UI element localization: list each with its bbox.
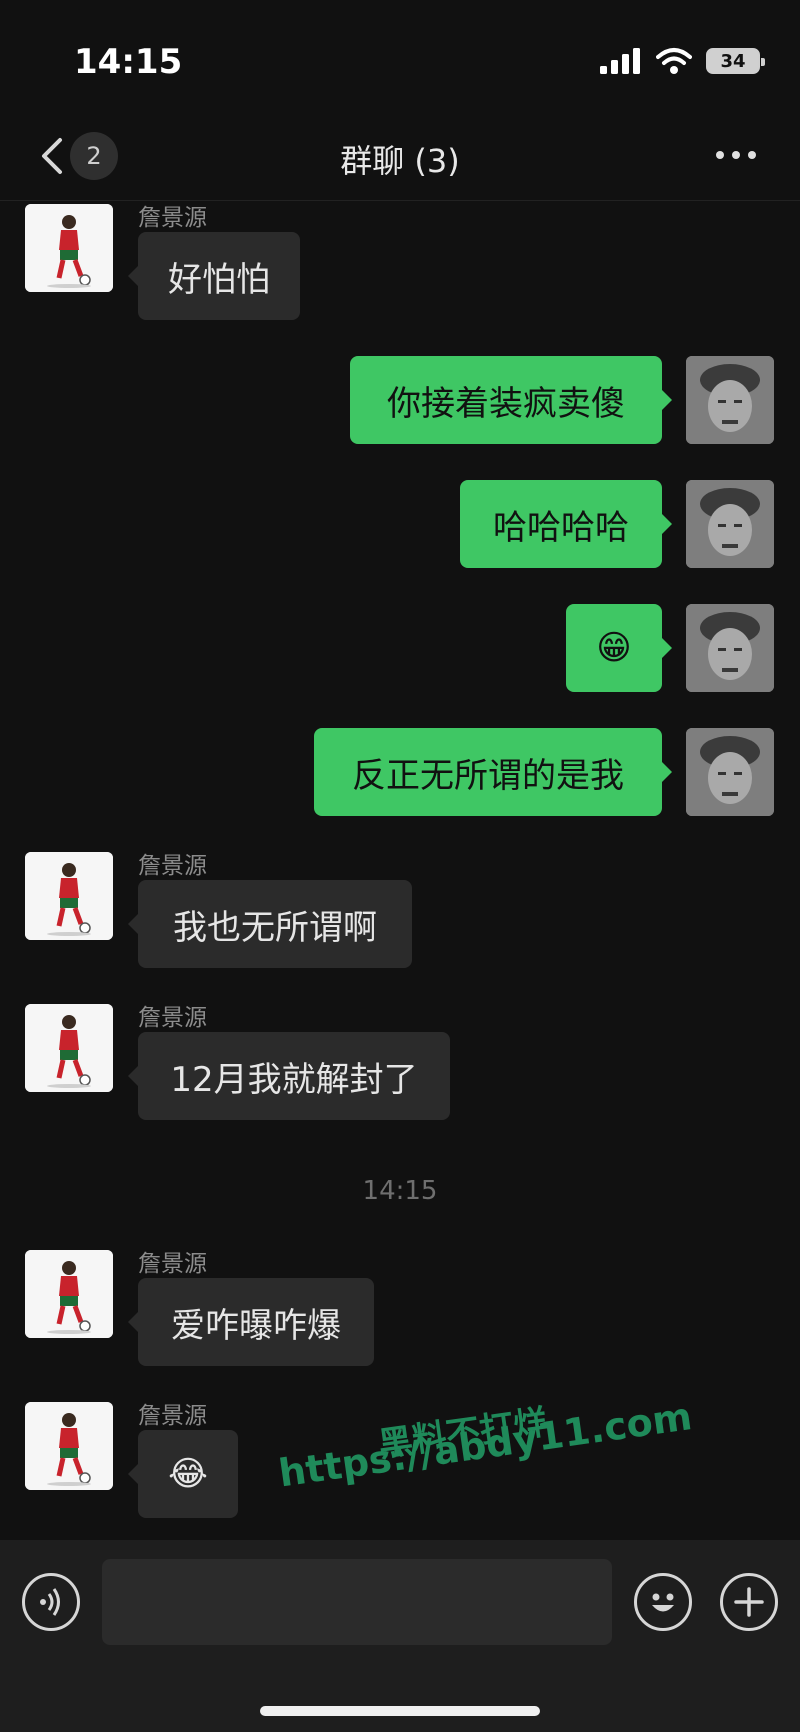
message-bubble[interactable]: 哈哈哈哈 (460, 480, 672, 568)
message-bubble[interactable]: 12月我就解封了 (128, 1032, 450, 1120)
sender-name: 詹景源 (138, 853, 207, 879)
portrait-avatar-icon (686, 728, 774, 816)
footballer-avatar-icon (25, 852, 113, 940)
chat-title: 群聊 (3) (340, 142, 460, 180)
message-input[interactable] (102, 1559, 612, 1645)
my-avatar[interactable] (686, 604, 774, 692)
sender-avatar[interactable] (25, 852, 113, 940)
battery-indicator: 34 (706, 48, 765, 74)
sender-avatar[interactable] (25, 1402, 113, 1490)
my-avatar[interactable] (686, 480, 774, 568)
sender-name: 詹景源 (138, 1403, 207, 1429)
signal-icon (600, 48, 640, 74)
sender-name: 詹景源 (138, 1251, 207, 1277)
message-bubble[interactable]: 好怕怕 (128, 232, 300, 320)
sender-name: 詹景源 (138, 205, 207, 231)
input-bar (0, 1540, 800, 1732)
sender-name: 詹景源 (138, 1005, 207, 1031)
my-avatar[interactable] (686, 728, 774, 816)
status-time: 14:15 (74, 42, 183, 82)
message-bubble[interactable]: 😁 (566, 604, 672, 692)
portrait-avatar-icon (686, 604, 774, 692)
footballer-avatar-icon (25, 204, 113, 292)
sender-avatar[interactable] (25, 204, 113, 292)
message-bubble[interactable]: 你接着装疯卖傻 (350, 356, 672, 444)
status-icons: 34 (600, 44, 765, 78)
message-bubble[interactable]: 😂 (128, 1430, 238, 1518)
wifi-icon (656, 48, 692, 74)
more-dots-icon[interactable] (716, 140, 760, 170)
footballer-avatar-icon (25, 1402, 113, 1490)
footballer-avatar-icon (25, 1250, 113, 1338)
my-avatar[interactable] (686, 356, 774, 444)
message-bubble[interactable]: 爱咋曝咋爆 (128, 1278, 374, 1366)
message-timestamp: 14:15 (362, 1176, 438, 1206)
message-bubble[interactable]: 反正无所谓的是我 (314, 728, 672, 816)
header-divider (0, 200, 800, 201)
portrait-avatar-icon (686, 480, 774, 568)
portrait-avatar-icon (686, 356, 774, 444)
sender-avatar[interactable] (25, 1004, 113, 1092)
home-indicator[interactable] (260, 1706, 540, 1716)
footballer-avatar-icon (25, 1004, 113, 1092)
battery-level: 34 (720, 50, 746, 72)
plus-icon[interactable] (720, 1573, 778, 1631)
emoji-icon[interactable] (634, 1573, 692, 1631)
sender-avatar[interactable] (25, 1250, 113, 1338)
message-bubble[interactable]: 我也无所谓啊 (128, 880, 412, 968)
chat-header: 2 群聊 (3) (0, 118, 800, 198)
voice-icon[interactable] (22, 1573, 80, 1631)
